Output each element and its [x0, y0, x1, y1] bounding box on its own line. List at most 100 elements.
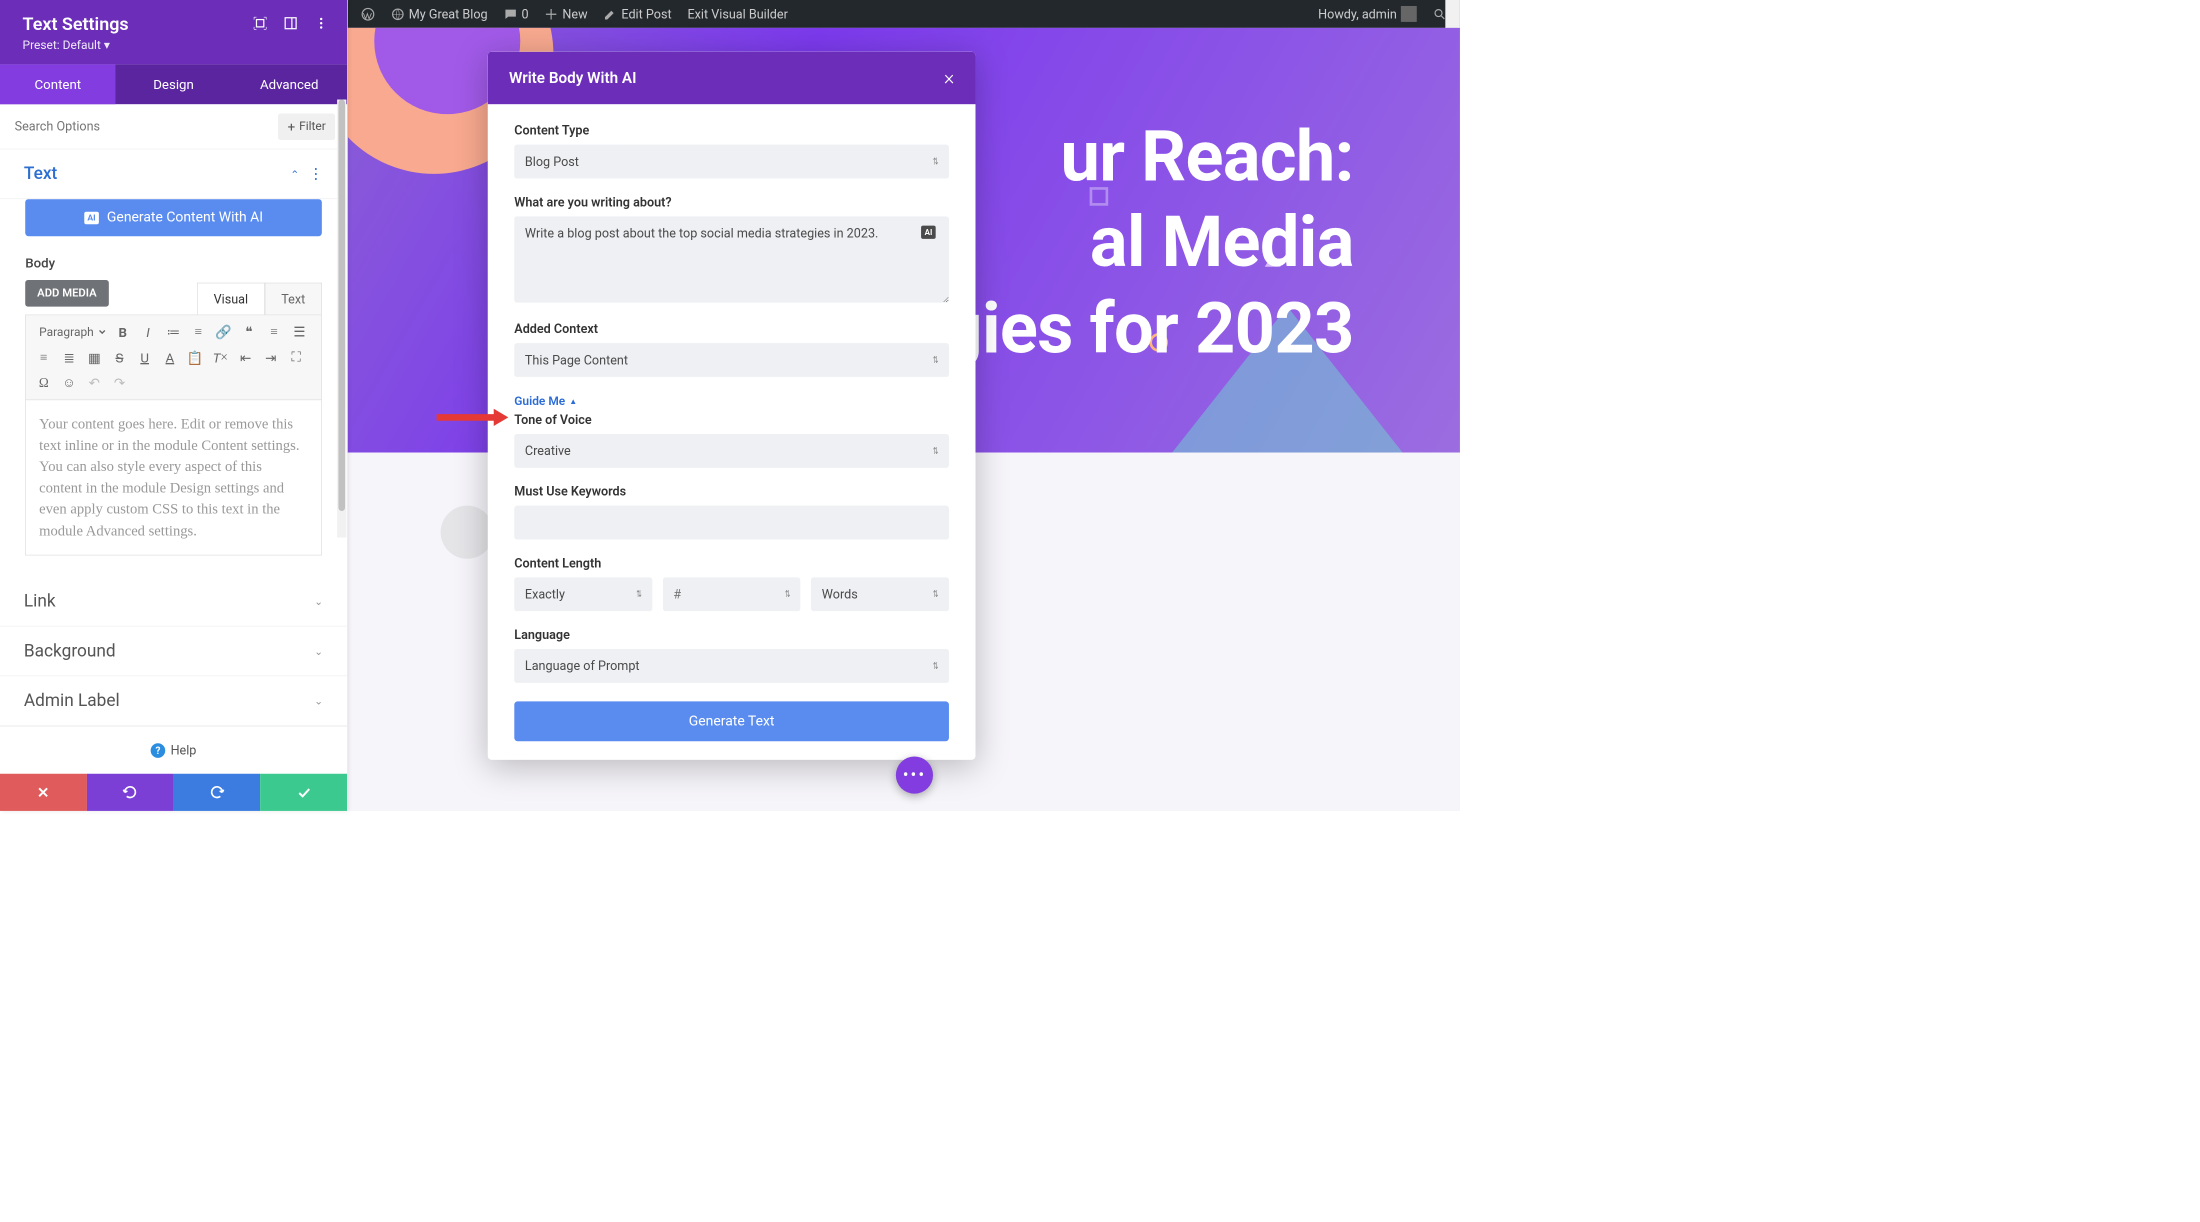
about-label: What are you writing about? [514, 194, 949, 209]
italic-button[interactable]: I [138, 322, 158, 342]
comments-count: 0 [521, 6, 528, 21]
annotation-arrow [435, 407, 509, 427]
site-link[interactable]: My Great Blog [383, 6, 496, 21]
content-editor[interactable]: Your content goes here. Edit or remove t… [25, 400, 322, 555]
length-number-input[interactable] [663, 577, 801, 611]
length-mode-select[interactable]: Exactly [514, 577, 652, 611]
chevron-down-icon: ⌄ [314, 595, 323, 608]
ellipsis-icon: ••• [903, 765, 926, 785]
ul-button[interactable]: ≔ [163, 322, 183, 342]
search-input[interactable] [12, 112, 278, 141]
builder-fab[interactable]: ••• [896, 757, 933, 794]
editor-tab-text[interactable]: Text [265, 283, 322, 315]
site-name: My Great Blog [409, 6, 488, 21]
caret-up-icon: ▲ [569, 397, 577, 406]
expand-icon[interactable] [253, 16, 268, 31]
align-justify-button[interactable]: ≣ [59, 348, 79, 368]
tab-advanced[interactable]: Advanced [231, 64, 347, 104]
fullscreen-button[interactable]: ⛶ [286, 348, 306, 368]
chevron-up-icon: ⌃ [290, 168, 299, 181]
keywords-input[interactable] [514, 506, 949, 540]
comments-link[interactable]: 0 [496, 6, 537, 21]
clear-button[interactable]: T× [210, 348, 230, 368]
quote-button[interactable]: ❝ [239, 322, 259, 342]
module-settings-panel: Text Settings Preset: Default ▾ Content … [0, 0, 347, 811]
underline-button[interactable]: U [135, 348, 155, 368]
language-label: Language [514, 627, 949, 642]
editor-toolbar: Paragraph B I ≔ ≡ 🔗 ❝ ≡ ☰ ≡ ≣ ▦ S U A 📋 … [25, 315, 322, 401]
link-button[interactable]: 🔗 [214, 322, 234, 342]
redo-button[interactable]: ↷ [109, 373, 129, 393]
panel-header: Text Settings Preset: Default ▾ [0, 0, 347, 64]
wp-admin-bar: My Great Blog 0 New Edit Post Exit Visua… [348, 0, 1460, 28]
align-center-button[interactable]: ☰ [289, 322, 309, 342]
help-icon: ? [151, 743, 166, 758]
ai-icon: AI [84, 211, 99, 224]
about-textarea[interactable]: Write a blog post about the top social m… [514, 216, 949, 302]
special-char-button[interactable]: Ω [34, 373, 54, 393]
modal-header: Write Body With AI × [488, 52, 976, 104]
howdy-link[interactable]: Howdy, admin [1310, 6, 1425, 22]
preset-selector[interactable]: Preset: Default ▾ [23, 38, 325, 52]
align-left-button[interactable]: ≡ [264, 322, 284, 342]
keywords-label: Must Use Keywords [514, 484, 949, 499]
wp-logo[interactable] [353, 7, 383, 21]
emoji-button[interactable]: ☺ [59, 373, 79, 393]
edit-post-link[interactable]: Edit Post [596, 6, 680, 21]
tab-content[interactable]: Content [0, 64, 116, 104]
help-link[interactable]: ?Help [0, 726, 347, 774]
context-select[interactable]: This Page Content [514, 343, 949, 377]
close-icon[interactable]: × [944, 66, 954, 89]
panel-footer [0, 774, 347, 811]
textcolor-button[interactable]: A [160, 348, 180, 368]
author-avatar [441, 506, 494, 559]
undo-button[interactable]: ↶ [84, 373, 104, 393]
section-admin-label[interactable]: Admin Label⌄ [0, 676, 347, 726]
chevron-down-icon: ⌄ [314, 694, 323, 707]
tab-design[interactable]: Design [116, 64, 232, 104]
length-label: Content Length [514, 555, 949, 570]
new-link[interactable]: New [537, 6, 596, 21]
avatar [1401, 6, 1417, 22]
panel-tabs: Content Design Advanced [0, 64, 347, 104]
hero-title: ur Reach: al Media gies for 2023 [942, 114, 1353, 371]
bold-button[interactable]: B [113, 322, 133, 342]
modal-title: Write Body With AI [509, 69, 637, 87]
ai-modal: Write Body With AI × Content Type Blog P… [488, 52, 976, 760]
filter-button[interactable]: +Filter [278, 113, 335, 140]
generate-ai-button[interactable]: AIGenerate Content With AI [25, 199, 322, 236]
align-right-button[interactable]: ≡ [34, 348, 54, 368]
indent-button[interactable]: ⇥ [261, 348, 281, 368]
panel-scrollbar[interactable] [337, 100, 346, 538]
undo-button[interactable] [87, 774, 174, 811]
language-select[interactable]: Language of Prompt [514, 649, 949, 683]
save-button[interactable] [260, 774, 347, 811]
outdent-button[interactable]: ⇤ [236, 348, 256, 368]
table-button[interactable]: ▦ [84, 348, 104, 368]
exit-builder-link[interactable]: Exit Visual Builder [680, 6, 796, 21]
content-type-select[interactable]: Blog Post [514, 145, 949, 179]
discard-button[interactable] [0, 774, 87, 811]
more-icon[interactable] [314, 16, 329, 31]
strike-button[interactable]: S [109, 348, 129, 368]
content-type-label: Content Type [514, 123, 949, 138]
paragraph-select[interactable]: Paragraph [34, 322, 108, 343]
paste-button[interactable]: 📋 [185, 348, 205, 368]
ai-badge-icon[interactable]: AI [921, 226, 935, 239]
length-unit-select[interactable]: Words [811, 577, 949, 611]
snap-icon[interactable] [283, 16, 298, 31]
section-text[interactable]: Text ⌃ ⋮ [0, 149, 347, 199]
add-media-button[interactable]: ADD MEDIA [25, 280, 108, 307]
section-more-icon[interactable]: ⋮ [309, 166, 324, 183]
chevron-down-icon: ⌄ [314, 645, 323, 658]
ol-button[interactable]: ≡ [188, 322, 208, 342]
tone-select[interactable]: Creative [514, 434, 949, 468]
context-label: Added Context [514, 321, 949, 336]
section-link[interactable]: Link⌄ [0, 577, 347, 627]
tone-label: Tone of Voice [514, 412, 949, 427]
generate-text-button[interactable]: Generate Text [514, 701, 949, 741]
guide-me-toggle[interactable]: Guide Me▲ [514, 394, 577, 408]
section-background[interactable]: Background⌄ [0, 626, 347, 676]
editor-tab-visual[interactable]: Visual [197, 283, 265, 315]
redo-button[interactable] [174, 774, 261, 811]
